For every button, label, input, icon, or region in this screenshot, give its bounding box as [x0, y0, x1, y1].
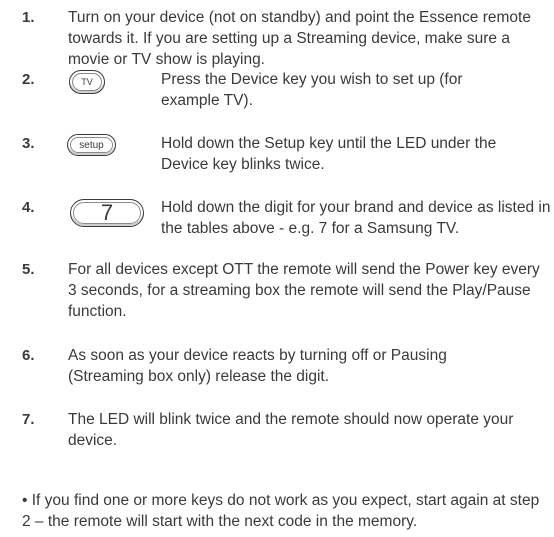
digit-seven-key-icon: 7 — [70, 199, 144, 227]
step-1-text: Turn on your device (not on standby) and… — [68, 9, 531, 68]
step-1-number: 1. — [22, 9, 35, 26]
tv-key-label: TV — [81, 77, 93, 87]
step-5-text: For all devices except OTT the remote wi… — [68, 261, 540, 320]
step-4-number: 4. — [22, 199, 35, 216]
instruction-page: 1. Turn on your device (not on standby) … — [0, 0, 554, 537]
step-2-text: Press the Device key you wish to set up … — [161, 71, 463, 109]
setup-key-icon: setup — [67, 134, 116, 156]
step-7-text: The LED will blink twice and the remote … — [68, 411, 514, 449]
step-5-number: 5. — [22, 261, 35, 278]
step-3-text: Hold down the Setup key until the LED un… — [161, 135, 497, 173]
step-7-number: 7. — [22, 411, 35, 428]
tv-key-icon: TV — [69, 70, 105, 94]
digit-key-label: 7 — [100, 200, 114, 225]
setup-key-label: setup — [79, 139, 104, 151]
step-2-number: 2. — [22, 71, 35, 88]
retry-note: • If you find one or more keys do not wo… — [22, 492, 540, 530]
step-3-number: 3. — [22, 135, 35, 152]
step-6-number: 6. — [22, 347, 35, 364]
step-6-text: As soon as your device reacts by turning… — [68, 347, 447, 385]
step-4-text: Hold down the digit for your brand and d… — [161, 199, 551, 237]
